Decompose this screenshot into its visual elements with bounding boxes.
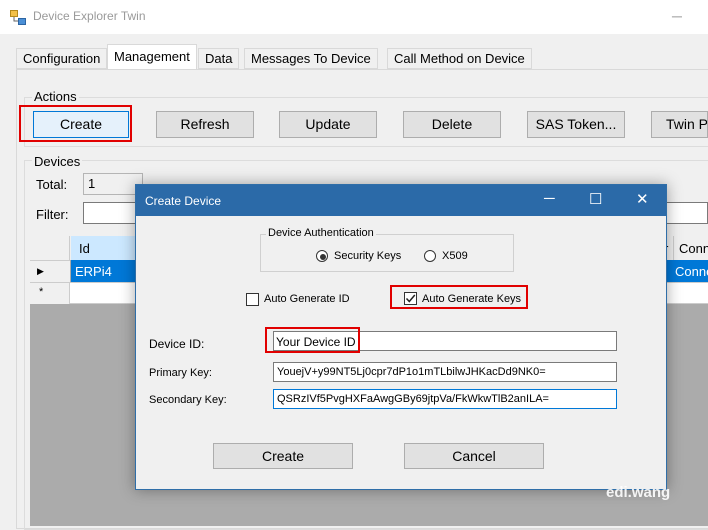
device-connection-cell[interactable]: Conne [675, 264, 708, 279]
tab-configuration[interactable]: Configuration [16, 48, 108, 69]
filter-label: Filter: [36, 207, 69, 222]
tab-call-method-on-device[interactable]: Call Method on Device [387, 48, 532, 69]
watermark-text: edi.wang [606, 484, 671, 501]
dialog-title: Create Device [145, 194, 222, 208]
tab-messages-to-device[interactable]: Messages To Device [244, 48, 378, 69]
tab-management[interactable]: Management [107, 44, 197, 70]
device-id-input[interactable]: Your Device ID [276, 335, 356, 349]
auto-generate-keys-checkbox[interactable] [404, 292, 417, 305]
secondary-key-input[interactable]: QSRzIVf5PvgHXFaAwgGBy69jtpVa/FkWkwTlB2an… [273, 389, 617, 409]
create-button[interactable]: Create [33, 111, 129, 138]
column-divider [673, 236, 674, 260]
security-keys-radio[interactable] [316, 250, 328, 262]
auto-generate-id-label[interactable]: Auto Generate ID [264, 293, 350, 305]
devices-group-label: Devices [32, 154, 83, 169]
dialog-cancel-button[interactable]: Cancel [404, 443, 544, 469]
create-device-dialog: Create Device ─ ☐ ✕ Device Authenticatio… [135, 184, 667, 490]
refresh-button[interactable]: Refresh [156, 111, 254, 138]
dialog-close-button[interactable]: ✕ [636, 190, 649, 208]
row-header-column [30, 236, 70, 260]
device-auth-label: Device Authentication [266, 227, 376, 239]
dialog-maximize-button[interactable]: ☐ [589, 190, 602, 208]
tab-data[interactable]: Data [198, 48, 240, 69]
sas-token-button[interactable]: SAS Token... [527, 111, 625, 138]
security-keys-label[interactable]: Security Keys [334, 250, 401, 262]
app-icon [10, 10, 26, 25]
window-title: Device Explorer Twin [33, 9, 146, 23]
new-row-marker: * [39, 286, 44, 298]
device-id-label: Device ID: [149, 337, 205, 351]
device-id-cell[interactable]: ERPi4 [75, 264, 112, 279]
x509-label[interactable]: X509 [442, 250, 468, 262]
dialog-create-button[interactable]: Create [213, 443, 353, 469]
delete-button[interactable]: Delete [403, 111, 501, 138]
column-header-id[interactable]: Id [79, 241, 90, 256]
twin-properties-button[interactable]: Twin Pr [651, 111, 708, 138]
auto-generate-id-checkbox[interactable] [246, 293, 259, 306]
primary-key-input[interactable]: YouejV+y99NT5Lj0cpr7dP1o1mTLbilwJHKacDd9… [273, 362, 617, 382]
update-button[interactable]: Update [279, 111, 377, 138]
checkmark-icon [405, 294, 416, 303]
row-selector-icon: ▶ [37, 266, 44, 276]
actions-group-label: Actions [32, 89, 79, 104]
secondary-key-label: Secondary Key: [149, 394, 227, 406]
total-label: Total: [36, 177, 68, 192]
row-header-new [30, 282, 70, 304]
primary-key-label: Primary Key: [149, 367, 212, 379]
row-header-1[interactable]: ▶ [30, 260, 70, 282]
minimize-button[interactable]: ─ [672, 8, 682, 24]
dialog-minimize-button[interactable]: ─ [544, 190, 555, 207]
column-header-conn[interactable]: Conn [679, 241, 708, 256]
total-value: 1 [83, 173, 143, 195]
auto-generate-keys-label[interactable]: Auto Generate Keys [422, 293, 521, 305]
x509-radio[interactable] [424, 250, 436, 262]
